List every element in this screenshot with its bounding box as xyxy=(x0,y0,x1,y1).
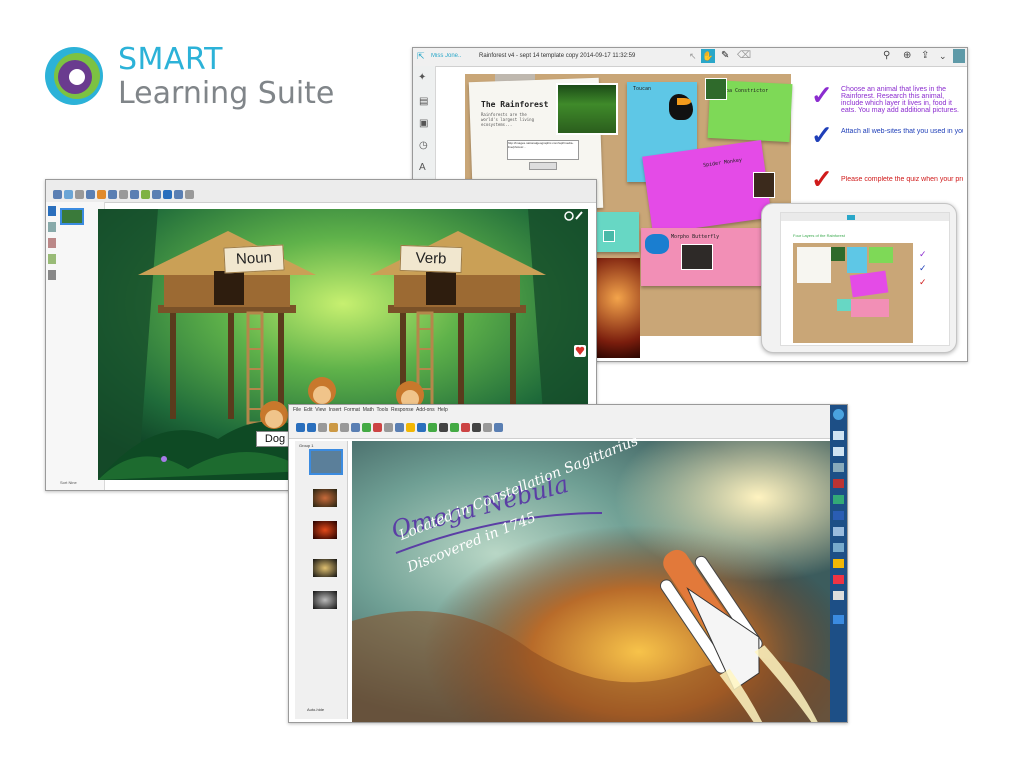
toucan-beak xyxy=(677,98,691,105)
windows-taskbar xyxy=(830,405,847,722)
start-button[interactable] xyxy=(833,409,844,420)
boa-image xyxy=(705,78,727,100)
nebula-scene xyxy=(352,441,830,722)
rainforest-toolbar: ⇱ Miss Jone... Rainforest v4 - sept 14 t… xyxy=(413,48,967,67)
task-3: Please complete the quiz when your proje… xyxy=(841,176,963,183)
url-box[interactable]: http://images.nationalgeographic.com/wpf… xyxy=(507,140,579,160)
menu-format[interactable]: Format xyxy=(344,407,360,413)
open-link-button[interactable] xyxy=(529,162,557,170)
group-label: Group 1 xyxy=(299,443,314,448)
share-icon[interactable]: ⇪ xyxy=(921,50,929,61)
taskbar-app-2[interactable] xyxy=(833,447,844,456)
lesson-tab[interactable]: Rainforest v4 - sept 14 template copy 20… xyxy=(479,53,635,59)
menu-bar: File Edit View Insert Format Math Tools … xyxy=(293,407,448,413)
taskbar-app-10[interactable] xyxy=(833,575,844,584)
attachments-tab-icon[interactable] xyxy=(48,238,56,248)
taskbar-app-5[interactable] xyxy=(833,495,844,504)
intro-text: Rainforests are the world's largest livi… xyxy=(481,112,534,127)
attach-icon[interactable] xyxy=(603,230,615,242)
taskbar-app-3[interactable] xyxy=(833,463,844,472)
taskbar-app-7[interactable] xyxy=(833,527,844,536)
rainforest-photo[interactable] xyxy=(556,83,618,135)
monkey-left[interactable] xyxy=(308,377,336,405)
eraser-icon[interactable]: ⌫ xyxy=(737,50,751,61)
page-thumbnail-2[interactable] xyxy=(313,489,337,507)
footer-label: Sort Nine xyxy=(60,480,77,485)
chevron-down-icon[interactable]: ⌄ xyxy=(939,51,947,62)
tablet-screen[interactable]: Four Layers of the Rainforest ✓ ✓ ✓ xyxy=(780,212,950,346)
page-thumbnail-5[interactable] xyxy=(313,591,337,609)
nebula-toolbar: File Edit View Insert Format Math Tools … xyxy=(289,405,847,439)
menu-addons[interactable]: Add-ons xyxy=(416,407,435,413)
taskbar-app-8[interactable] xyxy=(833,543,844,552)
menu-insert[interactable]: Insert xyxy=(329,407,342,413)
brand-product: Learning Suite xyxy=(118,76,335,111)
pages-tab-icon[interactable] xyxy=(48,206,56,216)
smart-logo-icon xyxy=(45,47,103,105)
timer-icon[interactable]: ◷ xyxy=(419,140,428,151)
noun-sign[interactable]: Noun xyxy=(223,244,285,274)
brand-name: SMART xyxy=(118,42,223,77)
monkey-image xyxy=(753,172,775,198)
breadcrumb[interactable]: Miss Jone... xyxy=(431,53,461,59)
butterfly-image xyxy=(645,234,669,254)
toucan-label: Toucan xyxy=(633,86,652,92)
board-title: The Rainforest xyxy=(481,100,549,109)
taskbar-app-9[interactable] xyxy=(833,559,844,568)
verb-sign[interactable]: Verb xyxy=(399,244,463,274)
magic-pen-icon[interactable]: ✦ xyxy=(418,72,426,83)
page-sorter: Sort Nine xyxy=(46,202,105,490)
nebula-page-sorter: Group 1 Auto-hide xyxy=(295,441,348,719)
ant-photo xyxy=(595,258,640,358)
avatar[interactable] xyxy=(953,49,965,63)
page-thumbnail-3[interactable] xyxy=(313,521,337,539)
pointer-icon[interactable]: ↖ xyxy=(689,51,697,62)
gallery-tab-icon[interactable] xyxy=(48,222,56,232)
check-icon-2: ✓ xyxy=(811,120,833,150)
page-icon[interactable]: ▤ xyxy=(419,96,428,107)
taskbar-app-12[interactable] xyxy=(833,615,844,624)
taskbar-app-4[interactable] xyxy=(833,479,844,488)
boa-label: Boa Constrictor xyxy=(723,88,769,94)
menu-help[interactable]: Help xyxy=(437,407,447,413)
menu-edit[interactable]: Edit xyxy=(304,407,313,413)
frog-image xyxy=(681,244,713,270)
task-1: Choose an animal that lives in the Rainf… xyxy=(841,86,959,114)
zoom-icon[interactable]: ⚲ xyxy=(883,50,890,61)
addons-tab-icon[interactable] xyxy=(48,270,56,280)
taskbar-app-11[interactable] xyxy=(833,591,844,600)
task-2: Attach all web-sites that you used in yo… xyxy=(841,128,963,135)
check-icon-3: ✓ xyxy=(811,164,833,194)
tablet-device: Four Layers of the Rainforest ✓ ✓ ✓ xyxy=(761,203,957,353)
menu-response[interactable]: Response xyxy=(391,407,414,413)
tool-buttons[interactable] xyxy=(295,419,504,437)
side-tabs xyxy=(48,206,56,476)
menu-math[interactable]: Math xyxy=(363,407,374,413)
nebula-lesson-window: File Edit View Insert Format Math Tools … xyxy=(288,404,848,723)
menu-file[interactable]: File xyxy=(293,407,301,413)
tablet-heading: Four Layers of the Rainforest xyxy=(793,233,845,238)
page-thumbnail-4[interactable] xyxy=(313,559,337,577)
teal-note[interactable] xyxy=(595,212,639,252)
menu-tools[interactable]: Tools xyxy=(377,407,389,413)
pen-icon[interactable]: ✎ xyxy=(721,50,729,61)
jungle-toolbar xyxy=(46,180,596,203)
morpho-label: Morpho Butterfly xyxy=(671,234,720,240)
taskbar-app-6[interactable] xyxy=(833,511,844,520)
hand-tool-icon[interactable]: ✋ xyxy=(701,49,715,63)
page-thumbnail[interactable] xyxy=(60,208,84,225)
add-page-icon[interactable]: ⊕ xyxy=(903,50,911,61)
page-thumbnail-1[interactable] xyxy=(309,449,343,475)
text-icon[interactable]: A xyxy=(419,162,426,173)
taskbar-app-1[interactable] xyxy=(833,431,844,440)
image-icon[interactable]: ▣ xyxy=(419,118,428,129)
back-icon[interactable]: ⇱ xyxy=(417,51,425,62)
menu-view[interactable]: View xyxy=(315,407,326,413)
autohide-checkbox[interactable]: Auto-hide xyxy=(307,707,324,712)
properties-tab-icon[interactable] xyxy=(48,254,56,264)
monkey-holding-card[interactable] xyxy=(260,401,288,429)
check-icon-1: ✓ xyxy=(811,80,833,110)
